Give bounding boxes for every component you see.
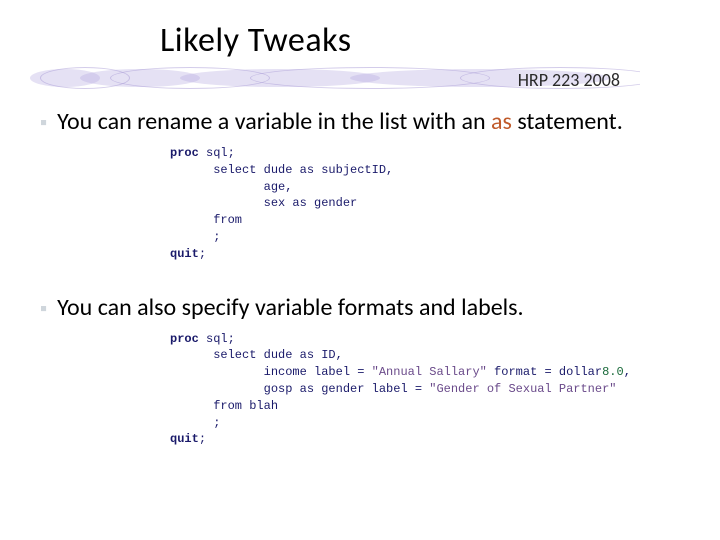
code2-l5: from blah [170,399,278,413]
code2-l3a: income label = [170,365,372,379]
code2-l3b: "Annual Sallary" [372,365,487,379]
bullet-icon: ▪ [40,111,47,135]
code2-l4b: "Gender of Sexual Partner" [429,382,616,396]
bullet-icon: ▪ [40,297,47,321]
code2-l7b: ; [199,432,206,446]
bullet-2-text: You can also specify variable formats an… [57,293,524,323]
code2-l3e: , [624,365,631,379]
bullet-1-kw: as [491,107,512,136]
bullet-1: ▪ You can rename a variable in the list … [40,107,680,137]
code1-l3: age, [170,180,292,194]
code1-l6: ; [170,230,220,244]
slide: Likely Tweaks HRP 223 2008 ▪ You can ren… [0,0,720,540]
code2-kw-proc: proc [170,332,199,346]
code1-l2: select dude as subjectID, [170,163,393,177]
code1-kw-quit: quit [170,247,199,261]
code2-l3c: format = dollar [487,365,602,379]
code2-l6: ; [170,416,220,430]
code1-l4: sex as gender [170,196,357,210]
code2-l2: select dude as ID, [170,348,343,362]
bullet-1-text: You can rename a variable in the list wi… [57,107,623,137]
code-block-2: proc sql; select dude as ID, income labe… [170,331,680,449]
code2-l1b: sql; [199,332,235,346]
decorative-swoosh: HRP 223 2008 [60,67,680,103]
code-block-1: proc sql; select dude as subjectID, age,… [170,145,680,263]
code1-l1b: sql; [199,146,235,160]
code2-l4a: gosp as gender label = [170,382,429,396]
bullet-2-pre: You can also specify variable formats an… [57,293,524,322]
slide-title: Likely Tweaks [160,20,680,61]
code1-kw-proc: proc [170,146,199,160]
bullet-1-post: statement. [512,107,623,136]
bullet-1-pre: You can rename a variable in the list wi… [57,107,491,136]
bullet-2: ▪ You can also specify variable formats … [40,293,680,323]
code2-kw-quit: quit [170,432,199,446]
course-label: HRP 223 2008 [518,69,620,91]
code2-l3d: 8.0 [602,365,624,379]
code1-l5: from [170,213,242,227]
code1-l7b: ; [199,247,206,261]
